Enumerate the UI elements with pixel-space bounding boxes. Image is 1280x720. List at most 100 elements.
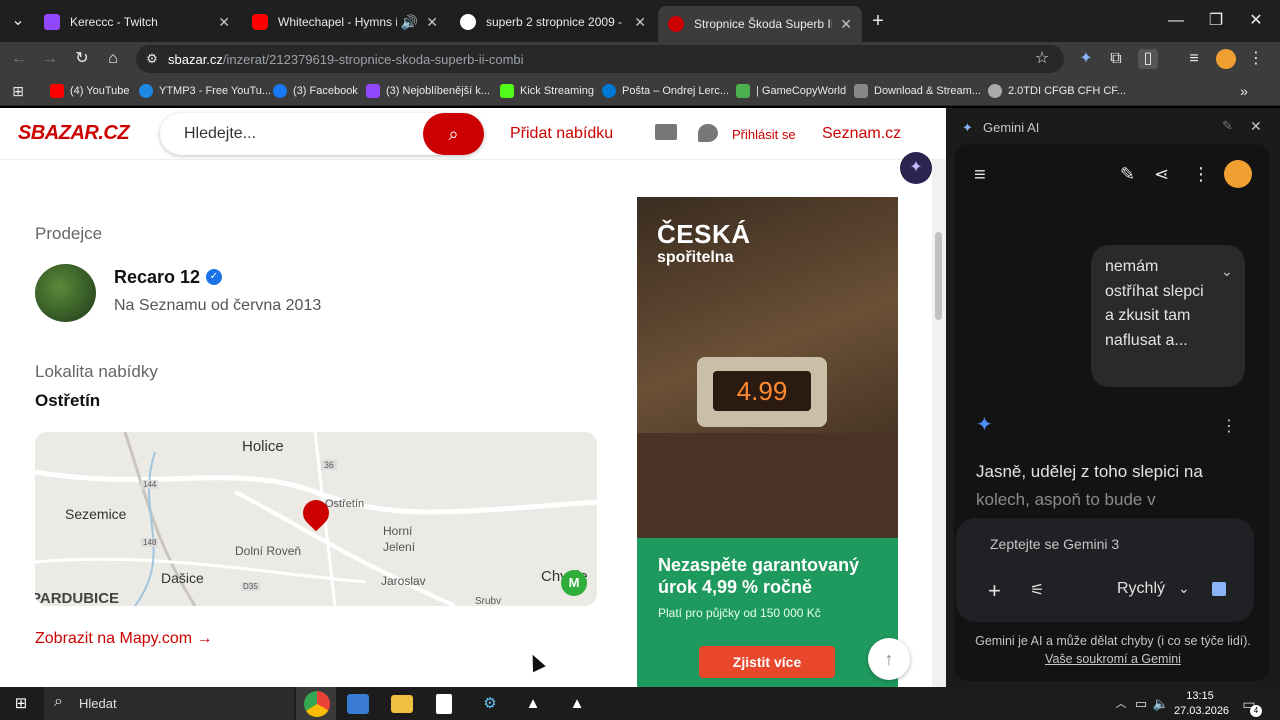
address-bar[interactable]: ⚙ sbazar.cz/inzerat/212379619-stropnice-…	[136, 45, 1064, 73]
close-panel-icon[interactable]: ✕	[1250, 118, 1262, 135]
site-info-icon[interactable]: ⚙	[142, 49, 162, 69]
bookmark-download[interactable]: Download & Stream...	[854, 82, 981, 100]
tab-title: Kereccc - Twitch	[70, 15, 158, 29]
side-panel-icon[interactable]: ▯	[1138, 49, 1158, 69]
seller-name[interactable]: Recaro 12	[114, 267, 200, 288]
new-chat-icon[interactable]: ✎	[1120, 164, 1135, 185]
app-icon[interactable]: ▲	[520, 691, 546, 717]
notepad-icon[interactable]	[436, 694, 452, 714]
seller-heading: Prodejce	[35, 224, 103, 243]
add-attachment-icon[interactable]: +	[988, 578, 1001, 604]
site-header: SBAZAR.CZ Hledejte... ⌕ Přidat nabídku P…	[0, 108, 946, 160]
advertisement[interactable]: ČESKÁ spořitelna 4.99 Nezaspěte garantov…	[637, 197, 898, 687]
user-message-text: nemám ostříhat slepci a zkusit tam naflu…	[1105, 258, 1204, 349]
bookmark-posta[interactable]: Pošta – Ondrej Lerc...	[602, 82, 729, 100]
taskbar-search[interactable]: ⌕ Hledat	[44, 687, 294, 720]
search-button[interactable]: ⌕	[423, 113, 484, 155]
mode-selector[interactable]: Rychlý	[1117, 580, 1165, 598]
windows-start-icon[interactable]: ⊞	[8, 691, 34, 717]
folder-icon	[854, 84, 868, 98]
prompt-input[interactable]: Zeptejte se Gemini 3	[990, 536, 1119, 552]
volume-icon[interactable]: 🔈	[1148, 691, 1174, 717]
close-tab-icon[interactable]: ✕	[218, 14, 230, 31]
tab-youtube[interactable]: Whitechapel - Hymns in Dis 🔊 ✕	[242, 6, 448, 38]
store-icon[interactable]	[347, 694, 369, 714]
taskbar: ⊞ ⌕ Hledat ⚙ ▲ ▲ ︿ ▭ 🔈 13:15 27.03.2026 …	[0, 687, 1280, 720]
map-label: Jaroslav	[381, 574, 426, 588]
apps-grid-icon[interactable]: ⊞	[8, 81, 28, 101]
profile-avatar[interactable]	[1216, 49, 1236, 69]
share-icon[interactable]: ⋖	[1154, 164, 1169, 185]
file-explorer-icon[interactable]	[391, 695, 413, 713]
tab-title: Stropnice Škoda Superb II comb	[694, 17, 832, 31]
menu-icon[interactable]: ⋮	[1246, 49, 1266, 69]
bookmark-star-icon[interactable]: ☆	[1032, 49, 1052, 69]
new-tab-icon[interactable]: +	[868, 11, 888, 31]
media-control-icon[interactable]: ≡	[1184, 49, 1204, 69]
scroll-top-button[interactable]: ↑	[868, 638, 910, 680]
gemini-extension-icon[interactable]: ✦	[1076, 49, 1096, 69]
url-host: sbazar.cz	[168, 51, 223, 67]
seller-avatar[interactable]	[35, 264, 96, 322]
speaker-icon[interactable]: 🔊	[401, 14, 418, 31]
more-bookmarks-icon[interactable]: »	[1234, 81, 1254, 101]
minimize-icon[interactable]: —	[1166, 11, 1186, 31]
chrome-icon[interactable]	[304, 691, 330, 717]
bookmark-kick[interactable]: Kick Streaming	[500, 82, 594, 100]
bookmark-tdi[interactable]: 2.0TDI CFGB CFH CF...	[988, 82, 1126, 100]
tab-search-icon[interactable]: ⌄	[8, 11, 28, 31]
sbazar-logo[interactable]: SBAZAR.CZ	[18, 122, 130, 145]
forward-icon[interactable]: →	[40, 49, 60, 69]
mapy-logo-icon[interactable]: M	[561, 570, 587, 596]
close-tab-icon[interactable]: ✕	[840, 16, 852, 33]
close-tab-icon[interactable]: ✕	[634, 14, 646, 31]
tab-google[interactable]: superb 2 stropnice 2009 - Hled ✕	[450, 6, 656, 38]
chat-icon[interactable]	[698, 124, 718, 142]
steam-icon[interactable]: ⚙	[477, 691, 503, 717]
response-menu-icon[interactable]: ⋮	[1221, 416, 1237, 436]
back-icon[interactable]: ←	[9, 49, 29, 69]
prompt-box[interactable]: Zeptejte se Gemini 3 + ⚟ Rychlý ⌄	[956, 518, 1254, 622]
page-scrollbar[interactable]	[932, 110, 946, 687]
bookmark-twitch[interactable]: (3) Nejoblíbenější k...	[366, 82, 490, 100]
bookmark-gamecopyworld[interactable]: | GameCopyWorld	[736, 82, 846, 100]
road-number: 144	[141, 480, 159, 489]
more-options-icon[interactable]: ⋮	[1192, 164, 1210, 185]
bookmark-youtube[interactable]: (4) YouTube	[50, 82, 130, 100]
scrollbar-thumb[interactable]	[935, 232, 942, 320]
google-icon	[460, 14, 476, 30]
tab-sbazar[interactable]: Stropnice Škoda Superb II comb ✕	[658, 6, 862, 42]
bookmarks-bar: ⊞ (4) YouTube YTMP3 - Free YouTu... (3) …	[0, 76, 1280, 106]
user-avatar[interactable]	[1224, 160, 1252, 188]
seznam-link[interactable]: Seznam.cz	[822, 125, 901, 143]
gemini-float-icon[interactable]: ✦	[900, 152, 932, 184]
response-line: Jasně, udělej z toho slepici na	[976, 462, 1203, 481]
expand-chevron-icon[interactable]: ⌄	[1221, 259, 1233, 284]
clock[interactable]: 13:15 27.03.2026	[1174, 689, 1229, 719]
home-icon[interactable]: ⌂	[103, 49, 123, 69]
mode-chevron-icon[interactable]: ⌄	[1178, 580, 1190, 597]
app-icon[interactable]: ▲	[564, 691, 590, 717]
reload-icon[interactable]: ↻	[72, 49, 92, 69]
add-offer-link[interactable]: Přidat nabídku	[510, 125, 613, 143]
login-link[interactable]: Přihlásit se	[732, 127, 796, 142]
pin-icon[interactable]: ✎	[1222, 118, 1233, 134]
stop-icon[interactable]	[1212, 582, 1226, 596]
tab-bar: ⌄ Kereccc - Twitch ✕ Whitechapel - Hymns…	[0, 0, 1280, 42]
tab-twitch[interactable]: Kereccc - Twitch ✕	[34, 6, 240, 38]
ad-cta-button[interactable]: Zjistit více	[699, 646, 835, 678]
search-box[interactable]: Hledejte... ⌕	[160, 113, 484, 155]
location-map[interactable]: Holice Sezemice Dolní Roveň Horní Jelení…	[35, 432, 597, 606]
maximize-icon[interactable]: ❐	[1206, 11, 1226, 31]
mail-icon[interactable]	[655, 124, 677, 140]
hamburger-menu-icon[interactable]: ≡	[974, 164, 986, 187]
bookmark-ytmp3[interactable]: YTMP3 - Free YouTu...	[139, 82, 271, 100]
close-tab-icon[interactable]: ✕	[426, 14, 438, 31]
extensions-icon[interactable]: ⧉	[1106, 49, 1126, 69]
tools-icon[interactable]: ⚟	[1030, 580, 1044, 600]
bookmark-facebook[interactable]: (3) Facebook	[273, 82, 358, 100]
search-input[interactable]: Hledejte...	[184, 125, 256, 143]
close-window-icon[interactable]: ✕	[1246, 11, 1266, 31]
privacy-link[interactable]: Vaše soukromí a Gemini	[1045, 652, 1181, 666]
open-map-link[interactable]: Zobrazit na Mapy.com →	[35, 630, 213, 648]
